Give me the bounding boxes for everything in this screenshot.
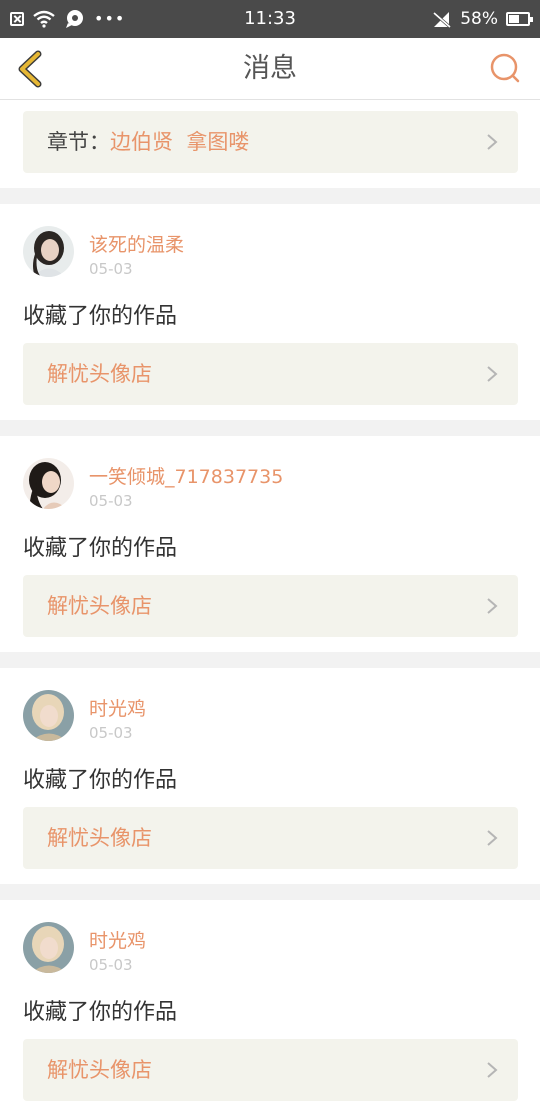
work-link-text: 解忧头像店 xyxy=(47,826,152,850)
message-card: 时光鸡 05-03 收藏了你的作品 解忧头像店 xyxy=(0,668,540,884)
message-card: 时光鸡 05-03 收藏了你的作品 解忧头像店 xyxy=(0,900,540,1116)
avatar[interactable] xyxy=(23,226,74,277)
battery-icon xyxy=(506,12,533,26)
chapter-link-text: 章节：边伯贤 拿图喽 xyxy=(47,111,249,173)
message-date: 05-03 xyxy=(89,492,133,510)
work-link[interactable]: 解忧头像店 xyxy=(23,575,518,637)
chapter-link[interactable]: 章节：边伯贤 拿图喽 xyxy=(23,111,518,173)
chapter-names: 边伯贤 拿图喽 xyxy=(110,130,250,154)
message-action: 收藏了你的作品 xyxy=(23,304,178,329)
chevron-right-icon xyxy=(487,598,498,614)
message-action: 收藏了你的作品 xyxy=(23,768,178,793)
message-date: 05-03 xyxy=(89,260,133,278)
work-link-text: 解忧头像店 xyxy=(47,362,152,386)
page-title: 消息 xyxy=(243,53,297,84)
battery-percent: 58% xyxy=(460,9,498,29)
username[interactable]: 时光鸡 xyxy=(89,694,146,721)
message-card: 该死的温柔 05-03 收藏了你的作品 解忧头像店 xyxy=(0,204,540,420)
chapter-card: 章节：边伯贤 拿图喽 xyxy=(0,100,540,188)
battery-level-fill xyxy=(509,15,519,23)
message-date: 05-03 xyxy=(89,956,133,974)
chevron-right-icon xyxy=(487,366,498,382)
chevron-left-icon[interactable] xyxy=(12,50,48,88)
work-link-text: 解忧头像店 xyxy=(47,594,152,618)
message-action: 收藏了你的作品 xyxy=(23,1000,178,1025)
no-signal-icon xyxy=(433,11,452,28)
chevron-right-icon xyxy=(487,1062,498,1078)
chapter-prefix: 章节： xyxy=(47,130,110,154)
message-card: 一笑倾城_717837735 05-03 收藏了你的作品 解忧头像店 xyxy=(0,436,540,652)
status-right-icons: 58% xyxy=(432,0,533,38)
avatar[interactable] xyxy=(23,458,74,509)
search-icon[interactable] xyxy=(488,51,522,85)
avatar[interactable] xyxy=(23,922,74,973)
avatar[interactable] xyxy=(23,690,74,741)
status-bar: ••• 11:33 58% xyxy=(0,0,540,38)
username[interactable]: 时光鸡 xyxy=(89,926,146,953)
work-link[interactable]: 解忧头像店 xyxy=(23,1039,518,1101)
message-action: 收藏了你的作品 xyxy=(23,536,178,561)
username[interactable]: 一笑倾城_717837735 xyxy=(89,462,283,489)
chevron-right-icon xyxy=(487,134,498,150)
work-link[interactable]: 解忧头像店 xyxy=(23,343,518,405)
message-date: 05-03 xyxy=(89,724,133,742)
chevron-right-icon xyxy=(487,830,498,846)
work-link-text: 解忧头像店 xyxy=(47,1058,152,1082)
work-link[interactable]: 解忧头像店 xyxy=(23,807,518,869)
nav-bar: 消息 xyxy=(0,38,540,100)
username[interactable]: 该死的温柔 xyxy=(89,230,184,257)
